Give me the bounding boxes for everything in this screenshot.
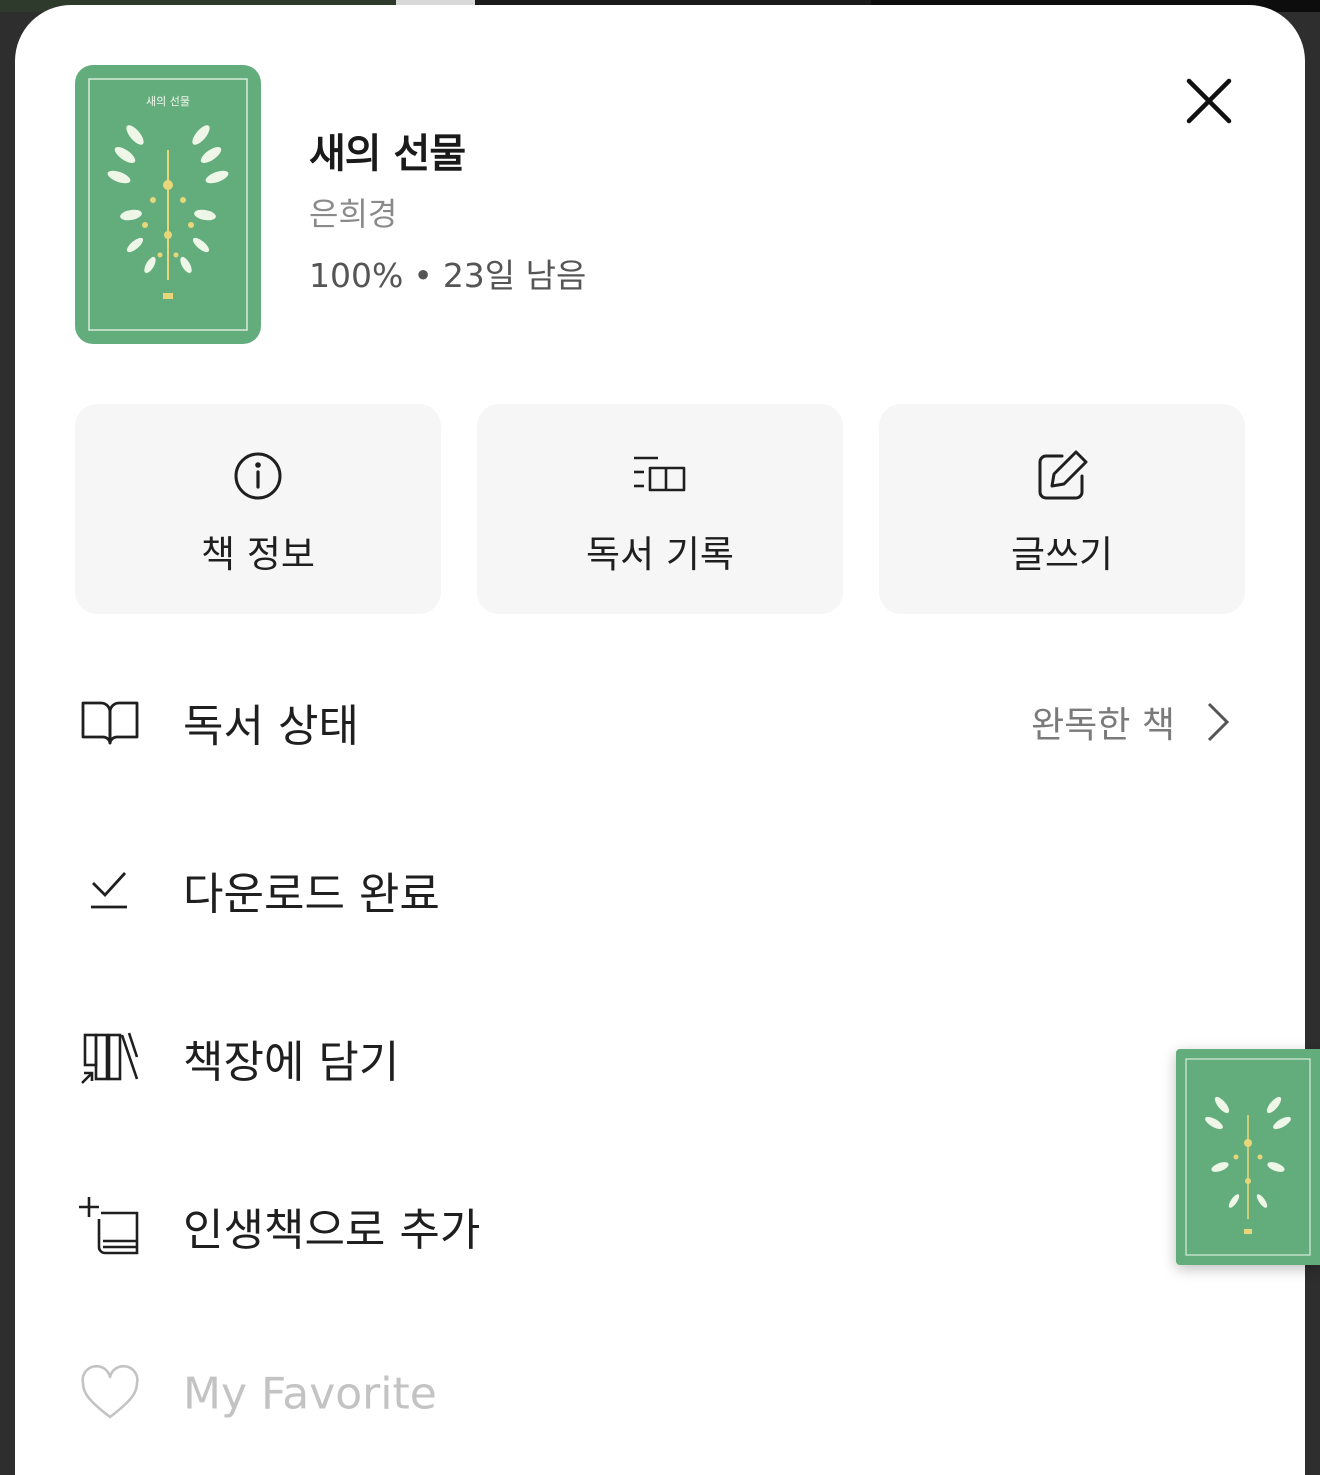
download-complete-row[interactable]: 다운로드 완료 <box>75 835 1245 945</box>
book-author: 은희경 <box>309 195 398 233</box>
book-progress: 100% • 23일 남음 <box>309 249 586 297</box>
download-check-icon <box>79 859 141 921</box>
book-cover: 새의 선물 <box>75 65 261 344</box>
info-icon <box>230 448 286 504</box>
book-info-label: 책 정보 <box>201 533 315 576</box>
bird-wings-illustration-icon: 새의 선물 <box>88 78 248 331</box>
add-life-book-label: 인생책으로 추가 <box>183 1205 481 1256</box>
close-button[interactable] <box>1183 75 1235 127</box>
add-to-bookshelf-label: 책장에 담기 <box>183 1037 400 1088</box>
reading-status-label: 독서 상태 <box>183 701 359 752</box>
my-favorite-label: My Favorite <box>183 1368 437 1420</box>
book-action-sheet: 새의 선물 새의 선물 은희경 100% • 23일 남음 책 정보 독서 기록… <box>15 5 1305 1475</box>
write-button[interactable]: 글쓰기 <box>879 404 1245 614</box>
add-life-book-row[interactable]: 인생책으로 추가 <box>75 1171 1245 1281</box>
reading-log-button[interactable]: 독서 기록 <box>477 404 843 614</box>
svg-text:새의 선물: 새의 선물 <box>146 95 190 108</box>
edit-icon <box>1034 448 1090 504</box>
reading-log-label: 독서 기록 <box>586 533 734 576</box>
add-book-icon <box>79 1195 141 1257</box>
progress-percent: 100% <box>309 256 404 295</box>
remaining-days: 23일 남음 <box>442 256 587 295</box>
add-to-bookshelf-row[interactable]: 책장에 담기 <box>75 1003 1245 1113</box>
separator-dot: • <box>413 256 433 295</box>
my-favorite-row[interactable]: My Favorite <box>75 1339 1245 1449</box>
bird-wings-illustration-icon <box>1185 1058 1311 1256</box>
reading-log-icon <box>632 448 688 504</box>
book-title: 새의 선물 <box>309 131 466 177</box>
reading-status-value: 완독한 책 <box>1031 705 1175 746</box>
download-complete-label: 다운로드 완료 <box>183 869 440 920</box>
heart-icon <box>79 1363 141 1425</box>
close-icon <box>1186 78 1232 124</box>
write-label: 글쓰기 <box>1010 533 1114 576</box>
reading-status-row[interactable]: 독서 상태 완독한 책 <box>75 667 1245 777</box>
book-info-button[interactable]: 책 정보 <box>75 404 441 614</box>
open-book-icon <box>79 691 141 753</box>
floating-book-cover[interactable] <box>1176 1049 1320 1265</box>
chevron-right-icon <box>1203 700 1233 744</box>
bookshelf-icon <box>79 1027 141 1089</box>
